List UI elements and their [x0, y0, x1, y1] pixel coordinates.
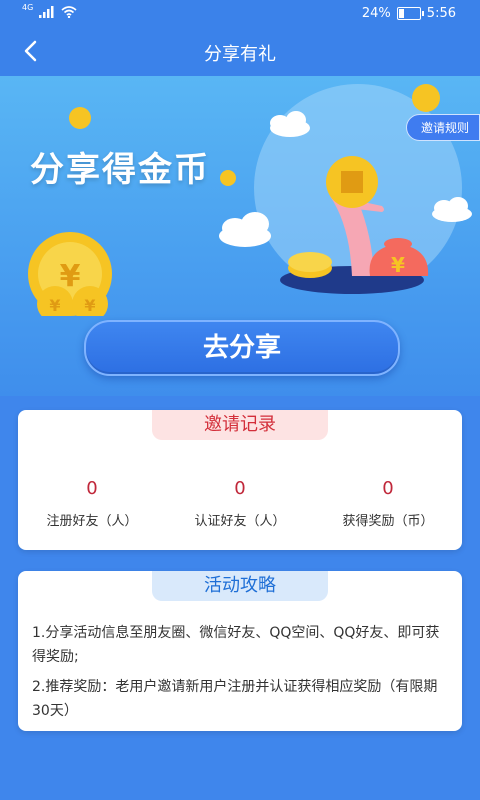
invite-records-title: 邀请记录: [152, 410, 328, 440]
svg-text:¥: ¥: [49, 296, 60, 315]
wifi-icon: [61, 6, 77, 18]
stat-label: 注册好友（人）: [46, 514, 138, 529]
stat-value: 0: [234, 478, 246, 499]
invite-records-card: 邀请记录 0 注册好友（人） 0 认证好友（人） 0 获得奖励（币）: [18, 410, 462, 550]
hero-illustration: ¥ ¥ ¥ ¥: [28, 84, 472, 316]
status-right: 24% 5:56: [362, 6, 456, 21]
hero-banner: ¥ ¥ ¥ ¥ 分享得金币 邀请规则 去分享: [0, 76, 480, 396]
page-title: 分享有礼: [204, 44, 276, 65]
stat-label: 获得奖励（币）: [342, 514, 434, 529]
activity-guide-card: 活动攻略 1.分享活动信息至朋友圈、微信好友、QQ空间、QQ好友、即可获得奖励;…: [18, 571, 462, 731]
stat-registered-friends: 0 注册好友（人）: [18, 478, 166, 529]
status-left: 4G: [22, 3, 77, 18]
guide-item: 2.推荐奖励：老用户邀请新用户注册并认证获得相应奖励（有限期30天）: [32, 679, 438, 719]
invite-stats: 0 注册好友（人） 0 认证好友（人） 0 获得奖励（币）: [18, 478, 462, 529]
guide-text: 1.分享活动信息至朋友圈、微信好友、QQ空间、QQ好友、即可获得奖励; 2.推荐…: [32, 621, 448, 729]
share-button[interactable]: 去分享: [84, 320, 400, 376]
nav-bar: 分享有礼: [0, 28, 480, 76]
stat-value: 0: [382, 478, 394, 499]
stat-label: 认证好友（人）: [194, 514, 286, 529]
clock: 5:56: [426, 6, 456, 21]
activity-guide-title: 活动攻略: [152, 571, 328, 601]
status-bar: 4G 24% 5:56: [0, 0, 480, 28]
svg-text:¥: ¥: [84, 296, 95, 315]
battery-icon: [396, 7, 424, 20]
signal-icon: [39, 6, 54, 18]
battery-percent: 24%: [361, 6, 391, 21]
svg-text:¥: ¥: [391, 253, 405, 277]
stat-rewards-earned: 0 获得奖励（币）: [314, 478, 462, 529]
network-type: 4G: [22, 3, 34, 12]
invite-rules-button[interactable]: 邀请规则: [405, 114, 480, 141]
stat-verified-friends: 0 认证好友（人）: [166, 478, 314, 529]
hero-title: 分享得金币: [30, 150, 210, 190]
guide-item: 1.分享活动信息至朋友圈、微信好友、QQ空间、QQ好友、即可获得奖励;: [32, 625, 440, 665]
stat-value: 0: [86, 478, 98, 499]
